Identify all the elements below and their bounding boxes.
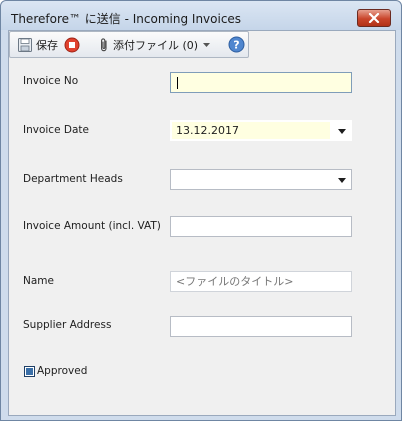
paperclip-icon: [98, 37, 110, 53]
invoice-no-field[interactable]: [170, 72, 352, 93]
approved-label: Approved: [37, 365, 88, 377]
help-button[interactable]: ?: [225, 34, 248, 56]
save-button[interactable]: 保存: [14, 34, 61, 56]
svg-text:?: ?: [233, 39, 239, 52]
approved-checkbox-row[interactable]: Approved: [24, 365, 87, 377]
save-label: 保存: [36, 38, 58, 52]
attachments-label: 添付ファイル (0): [113, 38, 199, 52]
supplier-address-label: Supplier Address: [23, 319, 112, 331]
department-heads-label: Department Heads: [23, 173, 123, 185]
supplier-address-input[interactable]: [171, 317, 351, 336]
invoice-date-picker[interactable]: 13.12.2017: [170, 120, 352, 141]
floppy-disk-icon: [17, 37, 33, 53]
invoice-date-label: Invoice Date: [23, 124, 89, 136]
window-title: Therefore™ に送信 - Incoming Invoices: [11, 12, 242, 26]
toolbar: 保存 添付ファイル (0) ?: [9, 31, 249, 58]
attachments-dropdown[interactable]: 添付ファイル (0): [95, 34, 213, 56]
invoice-date-value: 13.12.2017: [176, 124, 239, 137]
text-cursor: [177, 77, 178, 89]
title-bar[interactable]: Therefore™ に送信 - Incoming Invoices: [1, 1, 401, 30]
name-label: Name: [23, 275, 54, 287]
dialog-window: Therefore™ に送信 - Incoming Invoices 保存 添付…: [0, 0, 402, 421]
help-icon: ?: [228, 36, 245, 53]
supplier-address-field[interactable]: [170, 316, 352, 337]
invoice-no-label: Invoice No: [23, 75, 79, 87]
close-button[interactable]: [357, 9, 391, 27]
invoice-amount-field[interactable]: [170, 216, 352, 237]
approved-checkbox[interactable]: [24, 365, 35, 377]
name-field[interactable]: [170, 271, 352, 292]
checkbox-fill: [26, 367, 33, 375]
invoice-amount-input[interactable]: [171, 217, 351, 236]
chevron-down-icon[interactable]: [338, 178, 346, 183]
name-input[interactable]: [171, 272, 351, 291]
stop-button[interactable]: [61, 34, 83, 56]
chevron-down-icon: [203, 42, 211, 47]
chevron-down-icon[interactable]: [338, 129, 346, 134]
invoice-amount-label: Invoice Amount (incl. VAT): [23, 220, 161, 232]
stop-icon: [64, 37, 80, 53]
close-x-icon: [368, 13, 380, 23]
dialog-content: 保存 添付ファイル (0) ? Invoice No Invoice Date …: [8, 30, 396, 416]
invoice-no-input[interactable]: [171, 73, 351, 92]
department-heads-select[interactable]: [170, 169, 352, 190]
